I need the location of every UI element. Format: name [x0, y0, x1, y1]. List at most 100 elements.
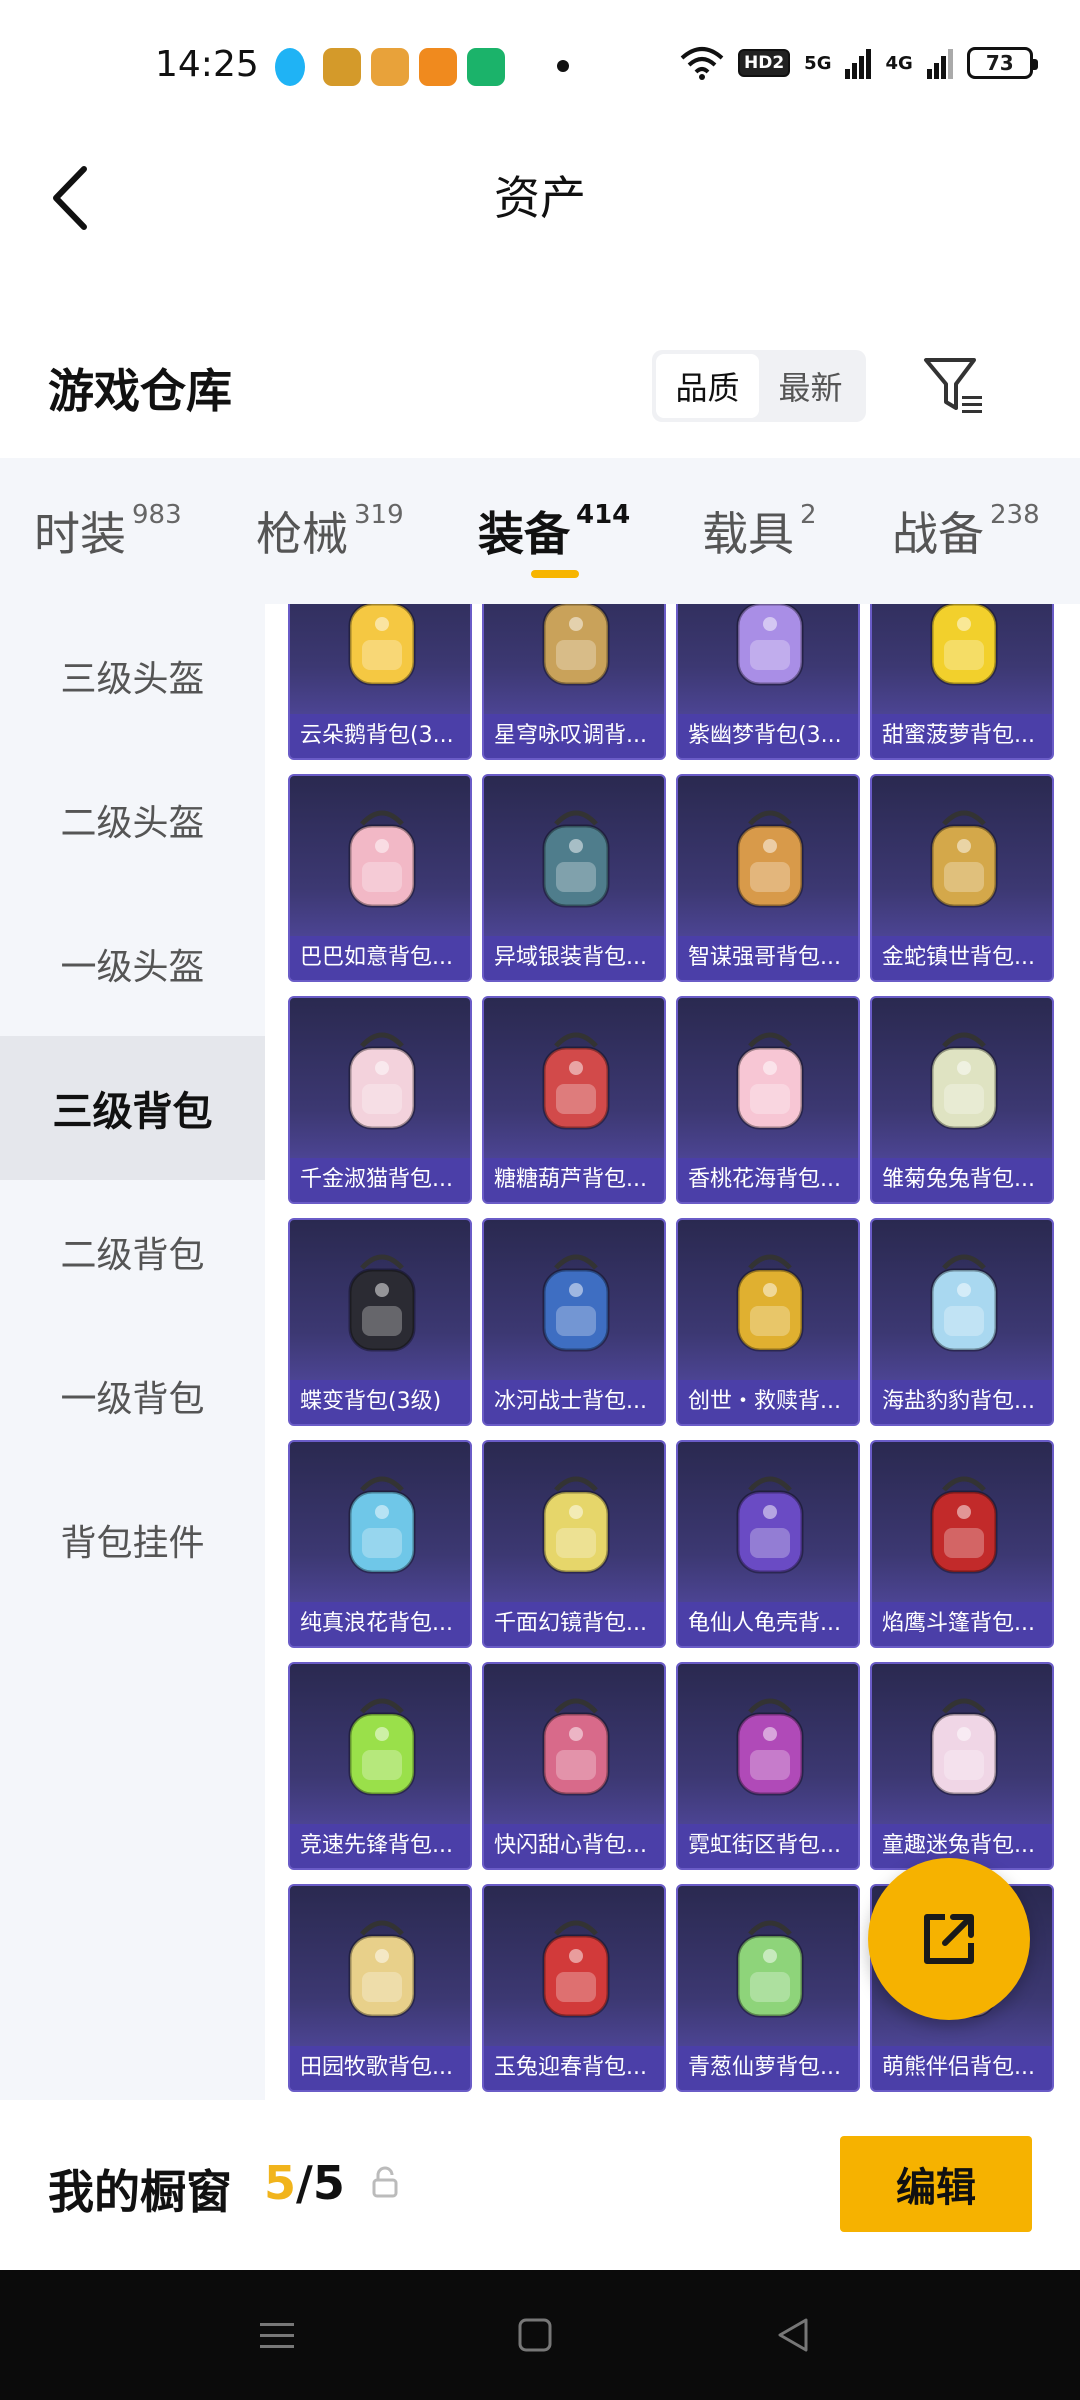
share-icon [924, 1914, 974, 1964]
status-bar: 14:25 HD2 5G 4G 73 [0, 0, 1080, 130]
backpack-icon [930, 1254, 998, 1352]
backpack-icon [736, 1698, 804, 1796]
backpack-item-card[interactable]: 千面幻镜背包... [482, 1440, 666, 1648]
backpack-icon [542, 810, 610, 908]
tab-fashion[interactable]: 时装 983 [34, 498, 182, 564]
network-type-label: 4G [885, 52, 913, 74]
item-name: 玉兔迎春背包... [484, 2046, 664, 2090]
backpack-item-card[interactable]: 雏菊兔兔背包... [870, 996, 1054, 1204]
lock-icon [370, 2166, 400, 2200]
calendar-app-icon [419, 48, 457, 86]
backpack-icon [736, 1254, 804, 1352]
tab-label: 时装 [34, 507, 126, 561]
item-name: 金蛇镇世背包... [872, 936, 1052, 980]
backpack-item-card[interactable]: 智谋强哥背包... [676, 774, 860, 982]
item-name: 冰河战士背包... [484, 1380, 664, 1424]
backpack-icon [348, 1032, 416, 1130]
backpack-icon [542, 1698, 610, 1796]
backpack-icon [348, 810, 416, 908]
qq-icon [275, 48, 305, 86]
sidebar-item-backpack-1[interactable]: 一级背包 [0, 1324, 265, 1468]
backpack-icon [736, 1032, 804, 1130]
tab-count: 2 [800, 500, 817, 530]
item-name: 异域银装背包... [484, 936, 664, 980]
item-name: 青葱仙萝背包... [678, 2046, 858, 2090]
tab-war-gear[interactable]: 战备 238 [892, 498, 1040, 564]
backpack-icon [348, 1254, 416, 1352]
showcase-current: 5 [264, 2156, 297, 2210]
tab-weapons[interactable]: 枪械 319 [256, 498, 404, 564]
sort-quality-button[interactable]: 品质 [656, 354, 759, 418]
sidebar-item-helmet-1[interactable]: 一级头盔 [0, 892, 265, 1036]
menu-icon[interactable] [252, 2310, 302, 2360]
share-button[interactable] [868, 1858, 1030, 2020]
backpack-item-card[interactable]: 创世・救赎背... [676, 1218, 860, 1426]
item-name: 智谋强哥背包... [678, 936, 858, 980]
item-name: 竞速先锋背包... [290, 1824, 470, 1868]
backpack-item-card[interactable]: 千金淑猫背包... [288, 996, 472, 1204]
sidebar-item-backpack-pendant[interactable]: 背包挂件 [0, 1468, 265, 1612]
tab-vehicles[interactable]: 载具 2 [702, 498, 817, 564]
tab-label: 装备 [478, 507, 570, 561]
backpack-item-card[interactable]: 蝶变背包(3级) [288, 1218, 472, 1426]
sidebar-item-backpack-2[interactable]: 二级背包 [0, 1180, 265, 1324]
backpack-item-card[interactable]: 青葱仙萝背包... [676, 1884, 860, 2092]
sidebar-item-helmet-2[interactable]: 二级头盔 [0, 748, 265, 892]
sidebar-item-helmet-3[interactable]: 三级头盔 [0, 604, 265, 748]
backpack-item-card[interactable]: 糖糖葫芦背包... [482, 996, 666, 1204]
game-app-icon [371, 48, 409, 86]
item-name: 糖糖葫芦背包... [484, 1158, 664, 1202]
backpack-icon [542, 1254, 610, 1352]
back-nav-icon[interactable] [768, 2310, 818, 2360]
tab-label: 载具 [702, 507, 794, 561]
backpack-icon [930, 604, 998, 686]
edit-button[interactable]: 编辑 [840, 2136, 1032, 2232]
backpack-item-card[interactable]: 香桃花海背包... [676, 996, 860, 1204]
backpack-item-card[interactable]: 童趣迷兔背包... [870, 1662, 1054, 1870]
item-name: 云朵鹅背包(3... [290, 714, 470, 758]
backpack-item-card[interactable]: 焰鹰斗篷背包... [870, 1440, 1054, 1648]
game-app-icon [323, 48, 361, 86]
backpack-item-card[interactable]: 巴巴如意背包... [288, 774, 472, 982]
system-nav-bar [0, 2270, 1080, 2400]
backpack-item-card[interactable]: 快闪甜心背包... [482, 1662, 666, 1870]
filter-icon[interactable] [920, 352, 988, 420]
backpack-item-card[interactable]: 紫幽梦背包(3... [676, 604, 860, 760]
sidebar-item-backpack-3[interactable]: 三级背包 [0, 1036, 265, 1180]
backpack-item-card[interactable]: 星穹咏叹调背... [482, 604, 666, 760]
active-tab-indicator [531, 570, 579, 578]
backpack-icon [348, 1476, 416, 1574]
tab-label: 枪械 [256, 507, 348, 561]
backpack-item-card[interactable]: 竞速先锋背包... [288, 1662, 472, 1870]
backpack-item-card[interactable]: 龟仙人龟壳背... [676, 1440, 860, 1648]
showcase-label: 我的橱窗 [48, 2165, 232, 2219]
signal-icon [845, 47, 872, 79]
item-name: 千金淑猫背包... [290, 1158, 470, 1202]
status-time: 14:25 [155, 44, 259, 85]
backpack-icon [930, 1698, 998, 1796]
backpack-item-card[interactable]: 田园牧歌背包... [288, 1884, 472, 2092]
backpack-icon [348, 1698, 416, 1796]
tab-equipment[interactable]: 装备 414 [478, 498, 630, 564]
tab-count: 319 [354, 500, 404, 530]
backpack-item-card[interactable]: 冰河战士背包... [482, 1218, 666, 1426]
item-name: 千面幻镜背包... [484, 1602, 664, 1646]
network-type-label: 5G [804, 52, 832, 74]
backpack-item-card[interactable]: 金蛇镇世背包... [870, 774, 1054, 982]
backpack-item-card[interactable]: 玉兔迎春背包... [482, 1884, 666, 2092]
backpack-item-card[interactable]: 异域银装背包... [482, 774, 666, 982]
backpack-icon [736, 1920, 804, 2018]
backpack-item-card[interactable]: 甜蜜菠萝背包... [870, 604, 1054, 760]
item-name: 龟仙人龟壳背... [678, 1602, 858, 1646]
backpack-icon [348, 604, 416, 686]
backpack-item-card[interactable]: 海盐豹豹背包... [870, 1218, 1054, 1426]
backpack-icon [542, 604, 610, 686]
sort-latest-button[interactable]: 最新 [759, 354, 862, 418]
home-icon[interactable] [510, 2310, 560, 2360]
backpack-item-card[interactable]: 霓虹街区背包... [676, 1662, 860, 1870]
backpack-item-card[interactable]: 云朵鹅背包(3... [288, 604, 472, 760]
status-indicators: HD2 5G 4G 73 [680, 46, 1038, 80]
backpack-item-card[interactable]: 纯真浪花背包... [288, 1440, 472, 1648]
item-name: 萌熊伴侣背包... [872, 2046, 1052, 2090]
item-name: 快闪甜心背包... [484, 1824, 664, 1868]
